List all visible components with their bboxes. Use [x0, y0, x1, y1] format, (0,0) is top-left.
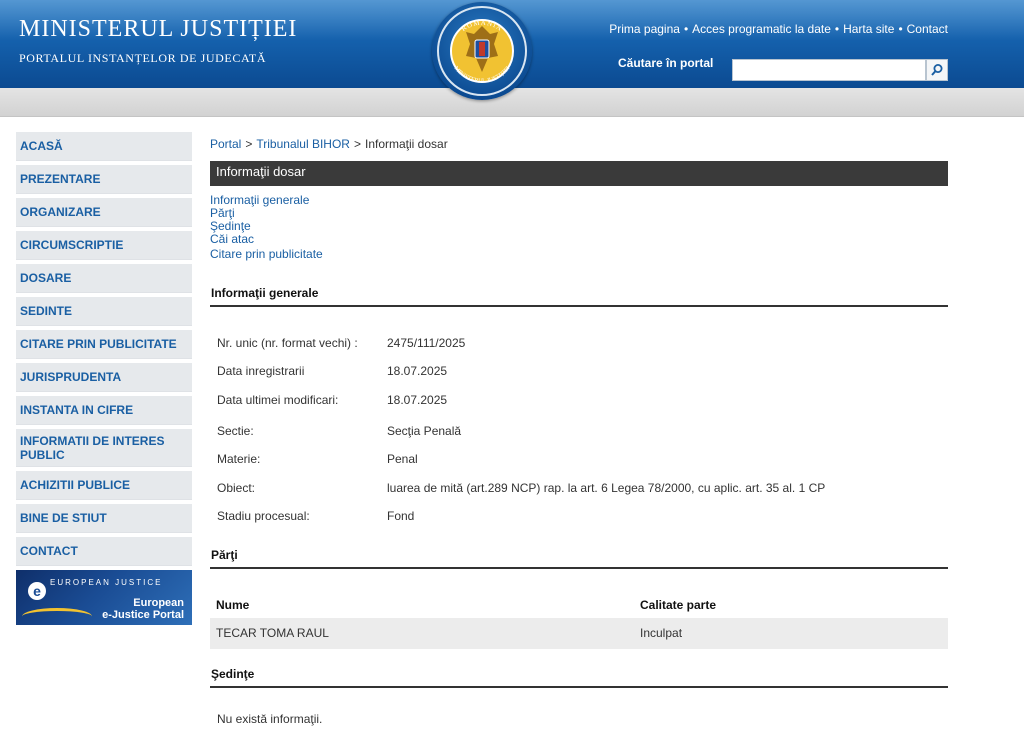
- ministry-seal-logo[interactable]: ROMANIA MINISTERUL JUSTIȚIEI: [432, 2, 532, 100]
- search-icon: [931, 64, 943, 76]
- info-label: Nr. unic (nr. format vechi) :: [217, 336, 358, 350]
- info-value: Secţia Penală: [387, 424, 462, 438]
- info-value: Penal: [387, 452, 418, 466]
- search-label: Căutare în portal: [618, 56, 714, 70]
- sidebar-item-acasa[interactable]: ACASĂ: [16, 132, 192, 161]
- info-label: Data inregistrarii: [217, 364, 305, 378]
- info-value: Fond: [387, 509, 415, 523]
- info-label: Sectie:: [217, 424, 254, 438]
- search-input[interactable]: [732, 59, 926, 81]
- column-header-nume: Nume: [216, 598, 250, 612]
- sidebar-nav: ACASĂ PREZENTARE ORGANIZARE CIRCUMSCRIPT…: [16, 132, 192, 625]
- column-header-calitate: Calitate parte: [640, 598, 717, 612]
- breadcrumb-portal[interactable]: Portal: [210, 137, 241, 151]
- table-row: TECAR TOMA RAUL Inculpat: [210, 618, 948, 649]
- link-prima-pagina[interactable]: Prima pagina: [609, 22, 680, 36]
- sidebar-item-bine-de-stiut[interactable]: BINE DE STIUT: [16, 504, 192, 533]
- link-separator: •: [683, 22, 689, 36]
- seal-icon: ROMANIA MINISTERUL JUSTIȚIEI: [437, 6, 527, 96]
- breadcrumb-separator: >: [353, 137, 361, 151]
- link-separator: •: [898, 22, 903, 36]
- sidebar-item-instanta-in-cifre[interactable]: INSTANTA IN CIFRE: [16, 396, 192, 425]
- link-acces-programatic[interactable]: Acces programatic la date: [692, 22, 831, 36]
- sidebar-item-jurisprudenta[interactable]: JURISPRUDENTA: [16, 363, 192, 392]
- site-subtitle: PORTALUL INSTANȚELOR DE JUDECATĂ: [19, 51, 267, 65]
- sidebar-item-interes-public[interactable]: INFORMATII DE INTERES PUBLIC: [16, 429, 192, 467]
- link-separator: •: [834, 22, 840, 36]
- info-label: Materie:: [217, 452, 261, 466]
- party-role: Inculpat: [640, 626, 683, 640]
- breadcrumb-current: Informaţii dosar: [364, 137, 448, 151]
- party-name: TECAR TOMA RAUL: [216, 626, 329, 640]
- top-links: Prima pagina • Acces programatic la date • H…: [609, 22, 948, 36]
- anchor-citare[interactable]: Citare prin publicitate: [210, 248, 323, 261]
- info-value: 2475/111/2025: [387, 336, 466, 350]
- sidebar-item-circumscriptie[interactable]: CIRCUMSCRIPTIE: [16, 231, 192, 260]
- ejustice-logo-text: EUROPEAN JUSTICE: [50, 578, 163, 587]
- sidebar-item-dosare[interactable]: DOSARE: [16, 264, 192, 293]
- page-title: Informaţii dosar: [210, 161, 948, 186]
- breadcrumb-separator: >: [245, 137, 253, 151]
- ejustice-logo-icon: e: [28, 582, 46, 600]
- ejustice-name-line1: European: [133, 597, 184, 609]
- breadcrumb: Portal > Tribunalul BIHOR > Informaţii dosar: [210, 137, 448, 151]
- sidebar-item-contact[interactable]: CONTACT: [16, 537, 192, 566]
- section-heading-informatii: Informaţii generale: [210, 286, 948, 307]
- info-value: 18.07.2025: [387, 364, 448, 378]
- sidebar-item-organizare[interactable]: ORGANIZARE: [16, 198, 192, 227]
- ejustice-banner[interactable]: e EUROPEAN JUSTICE European e-Justice Po…: [16, 570, 192, 625]
- info-value: luarea de mită (art.289 NCP) rap. la art…: [387, 481, 826, 495]
- search-button[interactable]: [926, 59, 948, 81]
- link-harta-site[interactable]: Harta site: [843, 22, 894, 36]
- parti-table-header: Nume Calitate parte: [210, 590, 948, 618]
- sedinte-empty-message: Nu există informaţii.: [217, 712, 323, 726]
- info-label: Data ultimei modificari:: [217, 393, 339, 407]
- sidebar-item-sedinte[interactable]: SEDINTE: [16, 297, 192, 326]
- info-value: 18.07.2025: [387, 393, 448, 407]
- ejustice-name-line2: e-Justice Portal: [102, 609, 184, 621]
- section-anchors: Informaţii generale Părţi Şedinţe Căi at…: [210, 194, 323, 261]
- link-contact[interactable]: Contact: [907, 22, 948, 36]
- info-label: Stadiu procesual:: [217, 509, 310, 523]
- ejustice-arc: [22, 608, 92, 625]
- section-heading-sedinte: Şedinţe: [210, 667, 948, 688]
- breadcrumb-court[interactable]: Tribunalul BIHOR: [256, 137, 350, 151]
- sidebar-item-prezentare[interactable]: PREZENTARE: [16, 165, 192, 194]
- section-heading-parti: Părţi: [210, 548, 948, 569]
- sidebar-item-citare[interactable]: CITARE PRIN PUBLICITATE: [16, 330, 192, 359]
- site-title[interactable]: MINISTERUL JUSTIȚIEI: [19, 16, 297, 43]
- info-label: Obiect:: [217, 481, 256, 495]
- sidebar-item-achizitii[interactable]: ACHIZITII PUBLICE: [16, 471, 192, 500]
- anchor-cai-atac[interactable]: Căi atac: [210, 233, 323, 246]
